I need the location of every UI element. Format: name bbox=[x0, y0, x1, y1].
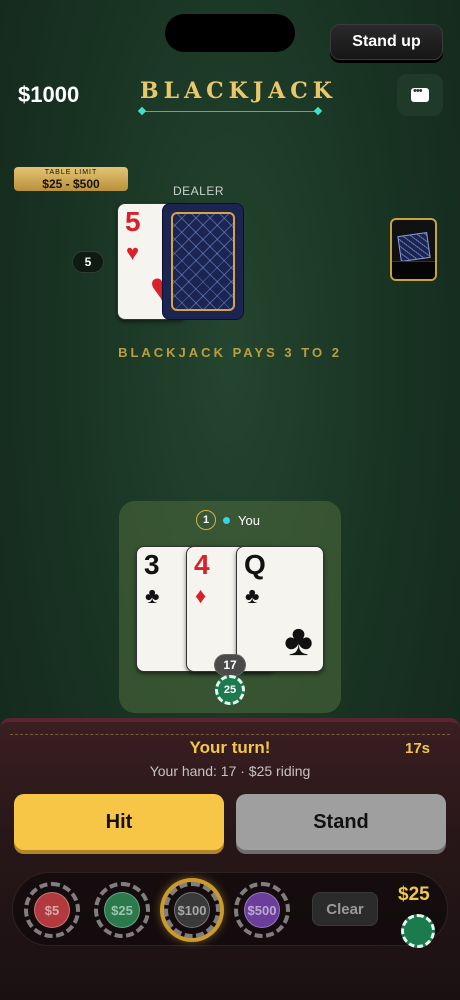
chip-5[interactable]: $5 bbox=[24, 882, 80, 938]
turn-timer: 17s bbox=[405, 740, 431, 757]
panel-divider bbox=[10, 734, 450, 735]
chip-25-label: $25 bbox=[104, 892, 140, 928]
current-bet-chip bbox=[401, 914, 435, 948]
device-notch bbox=[165, 14, 295, 52]
chip-100-label: $100 bbox=[174, 892, 210, 928]
balance-display: $1000 bbox=[18, 82, 80, 107]
payout-rule-text: BLACKJACK PAYS 3 TO 2 bbox=[118, 345, 342, 360]
chip-5-label: $5 bbox=[34, 892, 70, 928]
player-score-badge: 17 bbox=[214, 654, 246, 676]
action-panel bbox=[0, 718, 460, 1000]
card-rank: 5 bbox=[125, 206, 141, 237]
card-rank: 4 bbox=[194, 549, 210, 580]
bet-total: $25 bbox=[398, 884, 430, 905]
hand-summary: Your hand: 17 · $25 riding bbox=[149, 763, 311, 779]
game-title: BLACKJACK bbox=[140, 78, 337, 104]
card-rank: 3 bbox=[144, 549, 160, 580]
card-shoe bbox=[390, 218, 437, 281]
dealer-score-badge: 5 bbox=[72, 251, 104, 273]
hit-button[interactable]: Hit bbox=[14, 794, 224, 850]
player-bet-chip: 25 bbox=[215, 675, 245, 705]
title-divider bbox=[142, 111, 318, 112]
table-limit-value: $25 - $500 bbox=[42, 177, 100, 191]
player-card: Q ♣ ♣ bbox=[236, 546, 324, 672]
stand-button[interactable]: Stand bbox=[236, 794, 446, 850]
chip-100[interactable]: $100 bbox=[164, 882, 220, 938]
dealer-card-face-down bbox=[162, 203, 244, 320]
dealer-label: DEALER bbox=[173, 184, 225, 198]
shoe-base bbox=[392, 261, 435, 279]
seat-number: 1 bbox=[196, 510, 216, 530]
chip-25[interactable]: $25 bbox=[94, 882, 150, 938]
card-rank: Q bbox=[244, 549, 266, 580]
stand-up-button[interactable]: Stand up bbox=[330, 24, 443, 60]
clear-bet-button[interactable]: Clear bbox=[312, 892, 378, 926]
player-name: You bbox=[238, 513, 260, 528]
turn-status: Your turn! bbox=[189, 738, 271, 757]
active-indicator-dot bbox=[223, 517, 230, 524]
club-icon: ♣ bbox=[145, 583, 160, 608]
chip-500-label: $500 bbox=[244, 892, 280, 928]
diamond-icon: ♦ bbox=[195, 583, 207, 608]
card-back-pattern bbox=[171, 212, 235, 311]
club-icon: ♣ bbox=[284, 616, 313, 665]
card-back-pattern bbox=[397, 232, 431, 262]
heart-icon: ♥ bbox=[126, 240, 140, 265]
club-icon: ♣ bbox=[245, 583, 260, 608]
chat-icon bbox=[411, 85, 429, 102]
table-limit-badge: TABLE LIMIT $25 - $500 bbox=[14, 167, 128, 191]
chat-button[interactable] bbox=[397, 74, 443, 116]
chip-500[interactable]: $500 bbox=[234, 882, 290, 938]
